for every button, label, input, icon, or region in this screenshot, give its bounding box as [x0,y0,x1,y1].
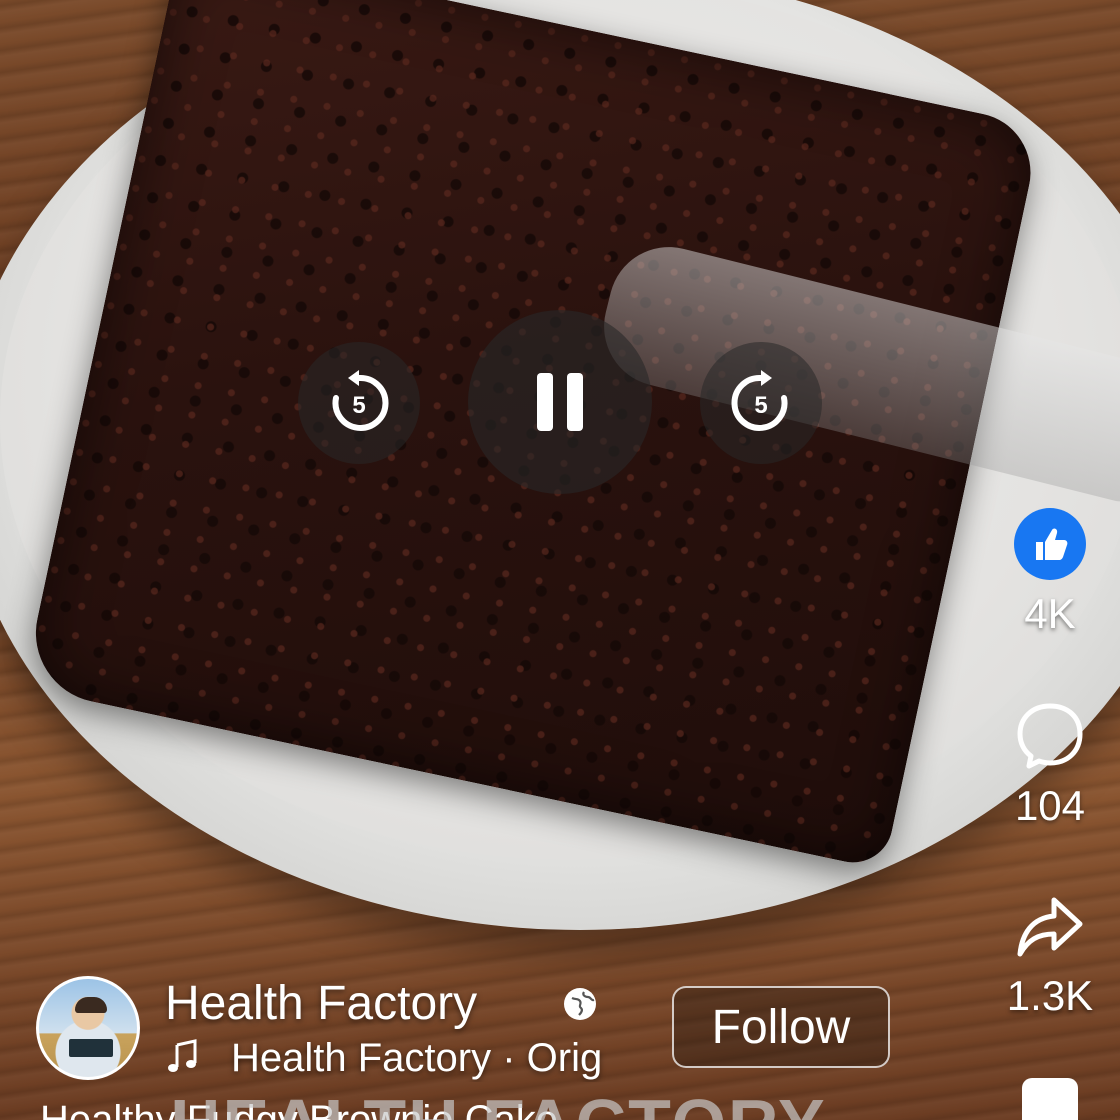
avatar-hair [75,997,107,1013]
thumbs-up-icon [1014,508,1086,580]
share-arrow-icon [1017,897,1083,957]
pause-button[interactable] [468,310,652,494]
avatar-book [69,1039,113,1057]
video-viewer[interactable]: 5 5 4K 104 1.3K Health Factory Follow He… [0,0,1120,1120]
rewind-icon: 5 [332,370,389,431]
watermark: HEALTH FACTORY [170,1084,827,1120]
forward-icon: 5 [731,370,788,431]
forward-seconds: 5 [754,392,767,419]
music-note-icon [168,1039,197,1072]
audio-track[interactable]: Health Factory · Orig [165,1036,627,1082]
more-options-pill[interactable] [1022,1078,1078,1120]
rewind-seconds: 5 [352,392,365,419]
comment-count: 104 [1014,782,1086,829]
share-button[interactable]: 1.3K [996,890,1104,1020]
avatar[interactable] [36,976,140,1080]
follow-button[interactable]: Follow [672,986,890,1068]
speech-bubble-icon [1017,703,1083,769]
like-button[interactable]: 4K [1000,508,1100,638]
globe-icon [564,988,596,1020]
pause-icon [537,373,583,431]
rewind-5-button[interactable]: 5 [298,342,420,464]
like-count: 4K [1024,590,1076,637]
comment-button[interactable]: 104 [1000,700,1100,830]
channel-name[interactable]: Health Factory [165,976,477,1031]
share-count: 1.3K [1006,972,1094,1019]
audio-label: Health Factory · Orig [231,1036,603,1080]
forward-5-button[interactable]: 5 [700,342,822,464]
